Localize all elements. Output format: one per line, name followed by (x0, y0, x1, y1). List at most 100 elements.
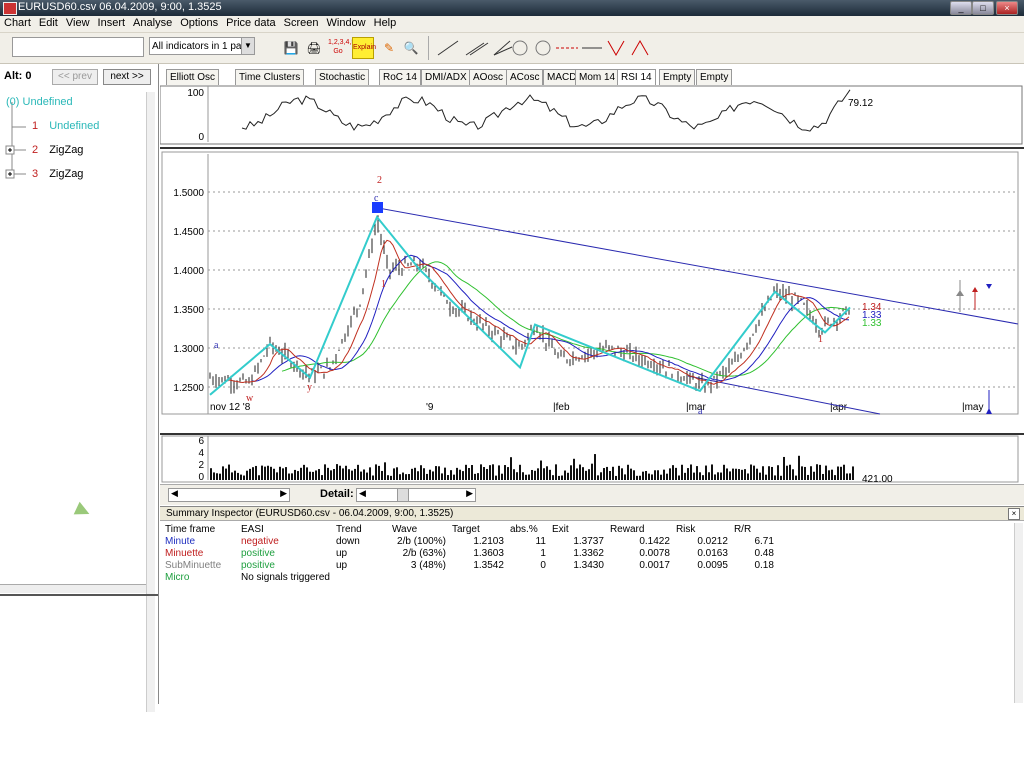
maximize-button[interactable]: □ (972, 1, 994, 15)
minimize-button[interactable]: _ (950, 1, 972, 15)
tree-node-3[interactable]: 3 ZigZag (32, 168, 83, 180)
tab-empty[interactable]: Empty (659, 69, 696, 85)
tab-elliott-osc[interactable]: Elliott Osc (166, 69, 220, 85)
menu-view[interactable]: View (62, 16, 94, 29)
prev-button[interactable]: << prev (52, 69, 98, 85)
tree-node-2[interactable]: 2 ZigZag (32, 144, 83, 156)
volume-bar (240, 474, 242, 480)
chevron-down-icon[interactable]: ▼ (241, 38, 254, 54)
close-icon[interactable]: × (1008, 508, 1020, 520)
line-tool-icon[interactable] (437, 40, 459, 56)
volume-bar (669, 468, 671, 480)
detail-slider[interactable]: ◀ ▶ (356, 488, 476, 502)
volume-bar (789, 464, 791, 480)
tab-acosc[interactable]: ACosc (506, 69, 544, 85)
menu-analyse[interactable]: Analyse (129, 16, 176, 29)
menu-screen[interactable]: Screen (280, 16, 323, 29)
table-cell-risk: 0.0212 (697, 535, 728, 547)
pencil-icon[interactable]: ✎ (378, 37, 400, 59)
volume-bar (840, 466, 842, 480)
menu-price-data[interactable]: Price data (222, 16, 280, 29)
tab-empty[interactable]: Empty (696, 69, 733, 85)
menu-window[interactable]: Window (323, 16, 370, 29)
wave-label-1b: 1 (818, 334, 823, 345)
volume-bar (426, 473, 428, 480)
menu-chart[interactable]: Chart (0, 16, 35, 29)
detail-right-icon[interactable]: ▶ (466, 488, 473, 499)
horizontal-scrollbar[interactable] (0, 584, 146, 593)
volume-bar (705, 465, 707, 480)
table-cell-rr: 6.71 (754, 535, 774, 547)
detail-slider-thumb[interactable] (397, 489, 409, 501)
fan-tool-icon[interactable] (493, 40, 513, 56)
tab-mom-14[interactable]: Mom 14 (575, 69, 620, 85)
volume-tick-label: 6 (198, 436, 204, 447)
volume-bar (300, 467, 302, 480)
close-button[interactable]: × (996, 1, 1018, 15)
preview-icon[interactable]: 🔍 (400, 37, 422, 59)
col-header: abs.% (509, 523, 538, 535)
circle-tool-icon[interactable] (512, 40, 528, 56)
volume-bar (354, 468, 356, 480)
volume-bar (516, 472, 518, 480)
scroll-right-icon[interactable]: ▶ (280, 488, 287, 499)
inspector-title-bar: Summary Inspector (EURUSD60.csv - 06.04.… (160, 507, 1024, 521)
tree-node-0[interactable]: (0) Undefined (6, 96, 73, 108)
wave-tree-panel: Alt: 0 << prev next >> (0) Undefined 1 U… (0, 64, 159, 712)
table-cell-abs: 0 (540, 559, 546, 571)
tab-dmi-adx[interactable]: DMI/ADX (421, 69, 471, 85)
volume-bar (633, 470, 635, 480)
volume-bar (783, 456, 785, 480)
save-icon[interactable]: 💾 (280, 37, 302, 59)
next-button[interactable]: next >> (103, 69, 151, 85)
volume-bar (672, 465, 674, 480)
indicators-select[interactable]: All indicators in 1 pane ▼ (149, 37, 255, 55)
time-scrollbar[interactable]: ◀ ▶ (168, 488, 290, 502)
table-row[interactable]: Micro No signals triggered (162, 571, 777, 583)
tab-rsi-14[interactable]: RSI 14 (617, 69, 656, 85)
chart-canvas[interactable]: 100 0 79.12 1.5000 1.4500 1.4000 1.3500 1.30… (160, 84, 1024, 504)
table-cell-rr (731, 571, 777, 583)
symbol-input[interactable] (12, 37, 144, 57)
volume-bar (495, 475, 497, 480)
table-row[interactable]: Minuette positive up 2/b (63%) 1.3603 1 1.3362… (162, 547, 777, 559)
panel-splitter[interactable] (0, 594, 158, 596)
scroll-left-icon[interactable]: ◀ (171, 488, 178, 499)
table-cell-trend (333, 571, 389, 583)
table-cell-reward: 0.0017 (639, 559, 670, 571)
rsi-value-label: 79.12 (848, 98, 873, 109)
volume-bar (252, 467, 254, 480)
tab-roc-14[interactable]: RoC 14 (379, 69, 421, 85)
menu-help[interactable]: Help (370, 16, 401, 29)
v-tool-icon[interactable] (607, 40, 625, 57)
table-cell-easi: No signals triggered (241, 571, 330, 583)
volume-bar (531, 469, 533, 480)
table-row[interactable]: SubMinuette positive up 3 (48%) 1.3542 0 1.343… (162, 559, 777, 571)
volume-bar (753, 465, 755, 480)
sequence-button[interactable]: 1,2,3,4,5 Go (327, 37, 355, 59)
volume-bar (582, 467, 584, 480)
tab-time-clusters[interactable]: Time Clusters (235, 69, 305, 85)
detail-label: Detail: (320, 488, 354, 500)
print-icon[interactable]: 🖨 (303, 37, 325, 59)
lambda-tool-icon[interactable] (631, 39, 649, 56)
volume-bar (675, 467, 677, 480)
arc-tool-icon[interactable] (535, 40, 551, 56)
volume-bar (816, 464, 818, 480)
menu-insert[interactable]: Insert (94, 16, 130, 29)
table-row[interactable]: Minute negative down 2/b (100%) 1.2103 11 1.37… (162, 535, 777, 547)
parallel-tool-icon[interactable] (465, 42, 489, 56)
volume-bar (417, 471, 419, 480)
menu-options[interactable]: Options (176, 16, 222, 29)
detail-left-icon[interactable]: ◀ (359, 488, 366, 499)
table-cell-trend: down (335, 535, 360, 547)
inspector-scrollbar[interactable] (1014, 523, 1023, 703)
tree-scrollbar[interactable] (146, 92, 155, 712)
explain-button[interactable]: Explain (352, 37, 376, 59)
tree-node-1[interactable]: 1 Undefined (32, 120, 99, 132)
tab-aoosc[interactable]: AOosc (469, 69, 508, 85)
menu-edit[interactable]: Edit (35, 16, 62, 29)
volume-bar (414, 467, 416, 480)
volume-bar (756, 468, 758, 480)
tab-stochastic[interactable]: Stochastic (315, 69, 370, 85)
